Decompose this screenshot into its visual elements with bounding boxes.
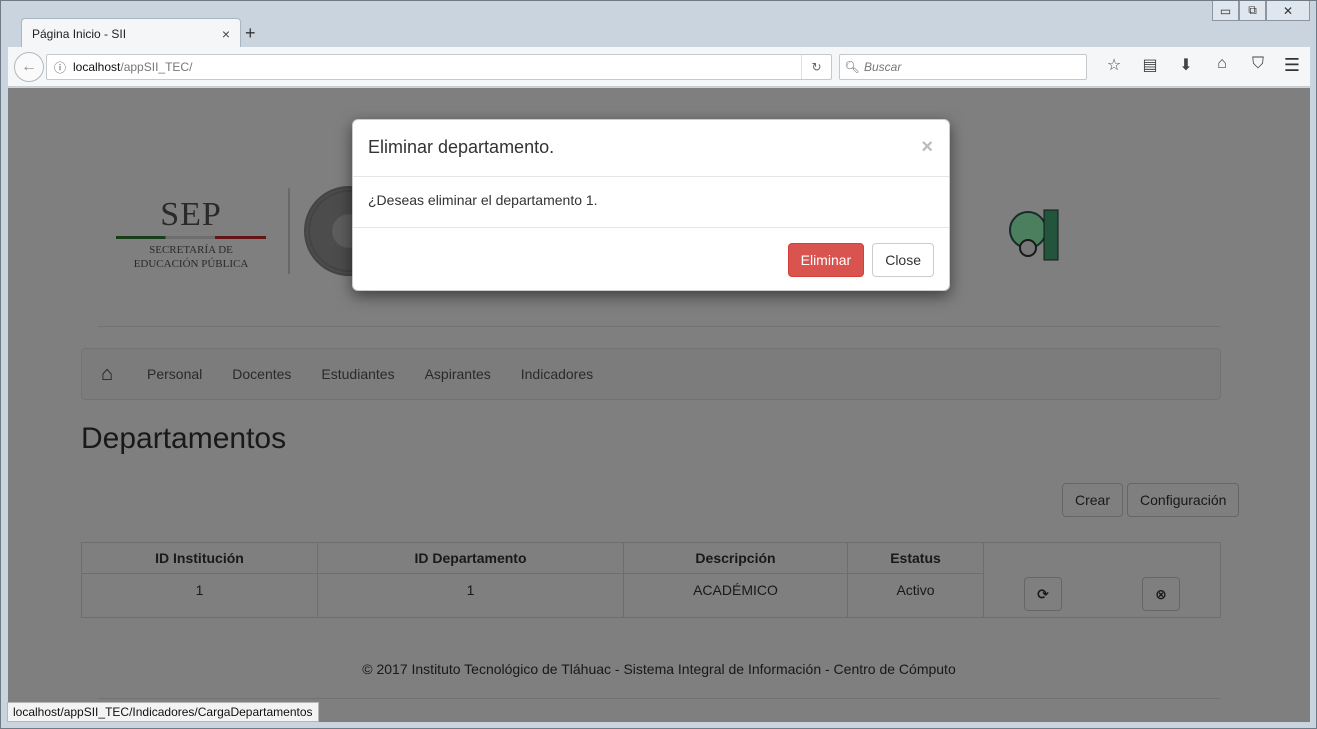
toolbar-icons: ☆ ▤ ⬇ ⌂ ⛉ <box>1096 55 1276 75</box>
browser-window: ▭ ⧉ ✕ Página Inicio - SII × + ← ⓘ localh… <box>0 0 1317 729</box>
modal-footer: Eliminar Close <box>353 228 949 292</box>
hamburger-menu-icon[interactable]: ☰ <box>1284 55 1300 76</box>
address-bar[interactable]: ⓘ localhost/appSII_TEC/ ↻ <box>46 54 832 80</box>
tab-title: Página Inicio - SII <box>32 26 127 41</box>
reading-list-icon[interactable]: ▤ <box>1132 55 1168 75</box>
browser-toolbar: ← ⓘ localhost/appSII_TEC/ ↻ 🔍︎ Buscar ☆ … <box>8 47 1310 87</box>
modal-body: ¿Deseas eliminar el departamento 1. <box>353 177 949 228</box>
pocket-icon[interactable]: ⛉ <box>1240 55 1276 75</box>
confirm-delete-button[interactable]: Eliminar <box>787 243 865 277</box>
search-input[interactable]: 🔍︎ Buscar <box>839 54 1087 80</box>
delete-modal: Eliminar departamento. × ¿Deseas elimina… <box>352 119 950 291</box>
new-tab-icon[interactable]: + <box>245 23 256 44</box>
back-arrow-icon[interactable]: ← <box>14 52 44 82</box>
search-placeholder: Buscar <box>864 60 902 74</box>
home-icon[interactable]: ⌂ <box>1204 55 1240 75</box>
tab-close-icon[interactable]: × <box>222 26 230 42</box>
browser-tab[interactable]: Página Inicio - SII × <box>21 18 241 48</box>
page-viewport: SEP SECRETARÍA DE EDUCACIÓN PÚBLICA ⌂ Pe… <box>8 88 1310 722</box>
modal-close-icon[interactable]: × <box>921 136 933 159</box>
info-icon[interactable]: ⓘ <box>47 59 73 76</box>
url-host: localhost <box>73 60 121 74</box>
reload-icon[interactable]: ↻ <box>801 55 831 79</box>
modal-title: Eliminar departamento. <box>368 137 555 157</box>
modal-close-button[interactable]: Close <box>872 243 934 277</box>
url-path: /appSII_TEC/ <box>120 60 193 74</box>
search-icon: 🔍︎ <box>844 60 860 74</box>
download-icon[interactable]: ⬇ <box>1168 55 1204 75</box>
status-url-bar: localhost/appSII_TEC/Indicadores/CargaDe… <box>7 702 319 722</box>
tab-bar: Página Inicio - SII × + <box>9 15 1309 48</box>
modal-header: Eliminar departamento. × <box>353 120 949 177</box>
bookmark-star-icon[interactable]: ☆ <box>1096 55 1132 75</box>
